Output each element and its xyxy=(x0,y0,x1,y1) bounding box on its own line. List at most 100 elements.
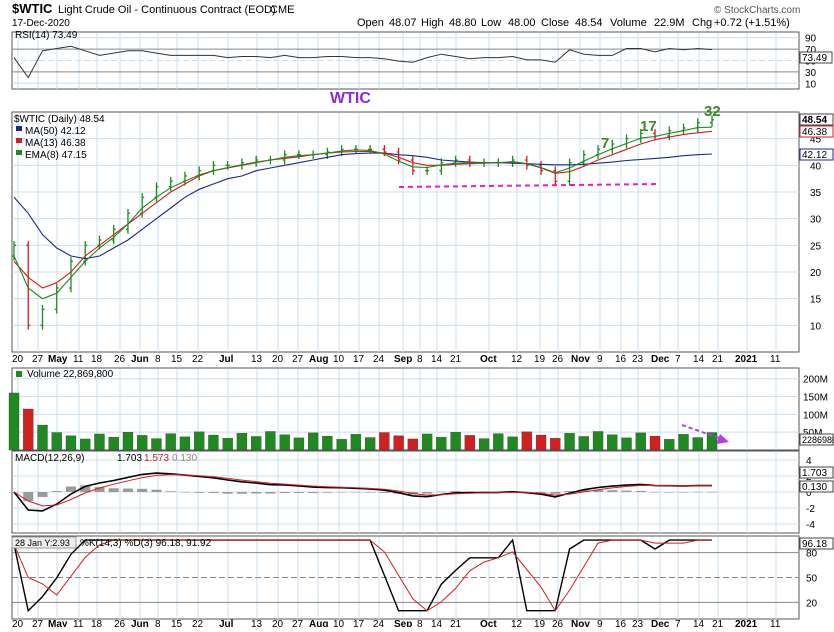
legend-ma13: MA(13) 46.38 xyxy=(25,138,86,149)
volume-bar xyxy=(122,432,134,451)
x-tick-label-bottom: 8 xyxy=(155,619,161,627)
x-tick-label-bottom: Nov xyxy=(571,619,590,627)
volume-bar xyxy=(379,432,390,451)
macd-histogram-bar xyxy=(137,488,148,492)
volume-bar xyxy=(194,431,205,451)
volume-bar xyxy=(436,437,447,451)
x-tick-label-bottom: Oct xyxy=(480,619,497,627)
volume-bar xyxy=(137,435,148,451)
macd-histogram-bar xyxy=(621,490,632,492)
volume-bar xyxy=(151,438,162,451)
x-tick-label-bottom: 26 xyxy=(552,619,564,627)
macd-tick-label: 4 xyxy=(806,456,812,467)
volume-value: 22.9M xyxy=(654,17,685,29)
macd-histogram-bar xyxy=(122,488,133,492)
macd-histogram-bar xyxy=(692,491,703,493)
x-tick-label: 27 xyxy=(32,354,44,365)
rsi-tick-label: 90 xyxy=(805,34,817,45)
x-tick-label: 27 xyxy=(292,354,304,365)
volume-bar xyxy=(80,438,91,451)
x-tick-label-bottom: 15 xyxy=(171,619,183,627)
volume-bar xyxy=(578,436,589,451)
volume-value-label: 22869800 xyxy=(802,435,834,445)
stochastic-tick-label: 50 xyxy=(806,574,818,585)
wtic-annotation: WTIC xyxy=(330,90,371,107)
volume-bar xyxy=(322,435,333,451)
price-tick-label: 35 xyxy=(810,188,822,199)
x-tick-label-bottom: 24 xyxy=(373,619,385,627)
instrument-name: Light Crude Oil - Continuous Contract (E… xyxy=(58,4,276,16)
stochastic-tooltip: 28 Jan Y:2.93 xyxy=(15,538,70,548)
volume-bar xyxy=(550,438,561,451)
macd-histogram-bar xyxy=(336,492,347,493)
x-tick-label-bottom: 9 xyxy=(597,619,603,627)
x-tick-label-bottom: 8 xyxy=(417,619,423,627)
price-tick-label: 40 xyxy=(810,161,822,172)
volume-bar xyxy=(607,434,618,451)
stockcharts-brand: © StockCharts.com xyxy=(714,5,800,16)
macd-histogram-bar xyxy=(51,491,62,492)
x-tick-label: 18 xyxy=(91,354,103,365)
x-tick-label: 7 xyxy=(675,354,681,365)
macd-hist-label: 0.130 xyxy=(802,482,827,493)
x-tick-label: 13 xyxy=(251,354,263,365)
volume-bar xyxy=(165,433,176,451)
close-label: Close xyxy=(541,17,569,29)
x-tick-label-bottom: 19 xyxy=(534,619,546,627)
volume-bar xyxy=(635,432,646,451)
count-label-17: 17 xyxy=(640,118,657,135)
x-tick-label-bottom: Sep xyxy=(394,619,412,627)
high-value: 48.80 xyxy=(449,17,477,29)
macd-histogram-bar xyxy=(236,492,247,494)
x-tick-label-bottom: 21 xyxy=(712,619,724,627)
volume-label: Volume xyxy=(610,17,647,29)
x-tick-label: 9 xyxy=(597,354,603,365)
legend-ema8: EMA(8) 47.15 xyxy=(25,150,87,161)
macd-value: 1.703 xyxy=(117,453,142,464)
x-tick-label-bottom: 14 xyxy=(431,619,443,627)
change-value: +0.72 (+1.51%) xyxy=(714,17,790,29)
x-tick-label: Dec xyxy=(651,354,670,365)
macd-histogram-bar xyxy=(350,492,361,493)
volume-bar xyxy=(279,434,290,451)
volume-bar xyxy=(336,439,347,451)
x-tick-label-bottom: 12 xyxy=(511,619,523,627)
count-label-7: 7 xyxy=(601,135,609,152)
volume-bar xyxy=(8,392,20,451)
low-label: Low xyxy=(481,17,501,29)
x-tick-label: 11 xyxy=(73,354,84,365)
volume-bar xyxy=(678,434,689,451)
rsi-legend: RSI(14) 73.49 xyxy=(15,30,78,41)
macd-histogram-bar xyxy=(308,492,319,494)
price-value-label: 48.54 xyxy=(802,115,827,126)
macd-histogram-bar xyxy=(23,492,34,501)
x-tick-label: May xyxy=(48,354,68,365)
macd-histogram-bar xyxy=(379,492,390,493)
volume-bar xyxy=(307,432,319,451)
x-tick-label: 21 xyxy=(450,354,462,365)
volume-bar xyxy=(364,437,376,451)
volume-bar xyxy=(350,434,362,451)
volume-bar xyxy=(393,435,404,451)
rsi-tick-label: 30 xyxy=(805,68,817,79)
x-tick-label-bottom: Dec xyxy=(651,619,670,627)
macd-histogram-bar xyxy=(208,492,219,494)
volume-bar xyxy=(664,439,675,451)
volume-legend-swatch xyxy=(16,371,22,377)
macd-histogram-bar xyxy=(165,491,176,492)
x-tick-label-bottom: 23 xyxy=(632,619,644,627)
x-tick-label-bottom: Jun xyxy=(131,619,149,627)
change-label: Chg xyxy=(692,17,712,29)
x-tick-label: 14 xyxy=(693,354,705,365)
macd-histogram-bar xyxy=(678,492,689,493)
volume-bar xyxy=(179,436,191,451)
macd-histogram-bar xyxy=(222,492,233,494)
macd-histogram-bar xyxy=(707,491,717,493)
volume-legend: Volume 22,869,800 xyxy=(27,369,114,380)
volume-bar xyxy=(251,436,262,451)
macd-histogram-bar xyxy=(322,492,333,493)
volume-bar xyxy=(478,438,490,451)
volume-bar xyxy=(407,438,419,451)
open-label: Open xyxy=(357,17,384,29)
x-tick-label: 19 xyxy=(534,354,546,365)
